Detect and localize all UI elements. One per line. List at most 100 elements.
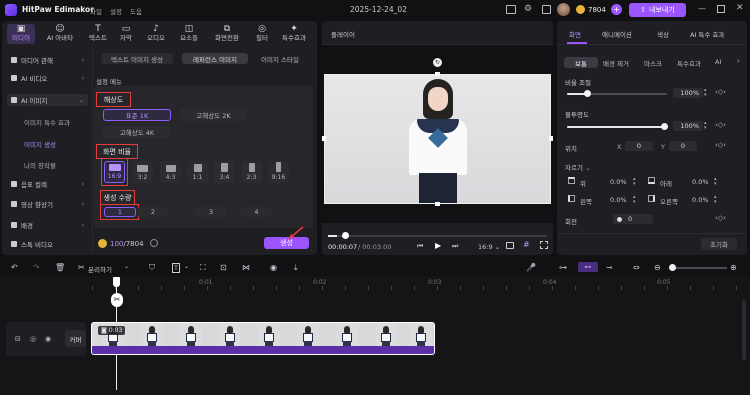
- sidebar-item-enhancer[interactable]: 영상 향상기 ›: [7, 198, 88, 210]
- sidebar-item-ai-image[interactable]: AI 이미지 ⌄: [7, 94, 88, 106]
- scale-slider-knob[interactable]: [584, 90, 591, 97]
- handle-left[interactable]: [322, 136, 326, 141]
- ripple-icon[interactable]: ⇔: [633, 263, 640, 272]
- delete-icon[interactable]: 🗑: [55, 263, 65, 272]
- tool-transition[interactable]: ⧉ 화면전환: [212, 24, 242, 44]
- sidebar-subitem-my-creations[interactable]: 나의 창작물: [24, 160, 56, 170]
- crop-label[interactable]: 자르기 ⌄: [565, 162, 590, 172]
- prop-subtab-mask[interactable]: 마스크: [644, 58, 662, 68]
- count-1-button[interactable]: 1: [104, 207, 136, 217]
- message-icon[interactable]: [506, 5, 516, 14]
- prop-tab-screen[interactable]: 화면: [569, 29, 581, 39]
- position-keyframe-icon[interactable]: ‹◇›: [715, 141, 726, 149]
- prop-tab-ai-effects[interactable]: AI 특수 효과: [690, 29, 724, 39]
- crop-bottom-stepper-icon[interactable]: ▴ ▾: [714, 177, 717, 187]
- text-tool-icon[interactable]: T: [172, 263, 180, 273]
- ratio-16-9[interactable]: 16:9: [104, 161, 125, 183]
- scale-value[interactable]: 100%: [673, 88, 703, 98]
- opacity-stepper-icon[interactable]: ▴ ▾: [704, 121, 707, 131]
- y-value[interactable]: 0: [669, 141, 697, 151]
- tool-text[interactable]: T 텍스트: [86, 24, 110, 44]
- resolution-1k-button[interactable]: 표준 1K: [103, 109, 171, 121]
- crop-right-value[interactable]: 0.0%: [692, 196, 709, 204]
- prop-subtab-basic[interactable]: 보통: [564, 57, 598, 68]
- mirror-icon[interactable]: ⋈: [242, 263, 250, 272]
- tool-elements[interactable]: ◫ 요소들: [177, 24, 201, 44]
- menu-help[interactable]: 도움: [130, 6, 142, 16]
- menu-settings[interactable]: 설정: [110, 6, 122, 16]
- close-icon[interactable]: ✕: [736, 3, 744, 13]
- prop-tab-color[interactable]: 색상: [657, 29, 669, 39]
- zoom-slider-knob[interactable]: [669, 264, 676, 271]
- split-marker-icon[interactable]: ✂: [111, 293, 123, 307]
- count-4-button[interactable]: 4: [240, 207, 273, 217]
- tool-filter[interactable]: ◎ 필터: [250, 24, 274, 44]
- crop-top-stepper-icon[interactable]: ▴ ▾: [633, 177, 636, 187]
- zoom-slider-track[interactable]: [669, 267, 727, 269]
- sidebar-subitem-image-generate[interactable]: 이미지 생성: [24, 139, 56, 149]
- fullscreen-icon[interactable]: [540, 241, 548, 249]
- tool-effects[interactable]: ✦ 특수효과: [278, 24, 310, 44]
- zoom-in-icon[interactable]: ⊕: [730, 263, 737, 272]
- sidebar-item-ai-video[interactable]: AI 비디오 ›: [7, 72, 88, 84]
- scale-keyframe-icon[interactable]: ‹◇›: [715, 88, 726, 96]
- scale-stepper-icon[interactable]: ▴ ▾: [704, 88, 707, 98]
- settings-icon[interactable]: ⚙: [524, 4, 532, 14]
- next-frame-icon[interactable]: ⏭: [452, 242, 458, 251]
- count-3-button[interactable]: 3: [195, 207, 227, 217]
- split-label[interactable]: 분리하기: [88, 264, 112, 274]
- track-lock-icon[interactable]: ⊟: [15, 335, 21, 343]
- crop-top-value[interactable]: 0.0%: [610, 178, 627, 186]
- video-clip[interactable]: ◙ 0:03: [91, 322, 435, 355]
- preview-canvas[interactable]: [324, 74, 551, 204]
- crop-tool-icon[interactable]: ⛶: [200, 263, 206, 273]
- player-progress-track[interactable]: [328, 235, 547, 237]
- snapshot-icon[interactable]: [506, 242, 514, 249]
- resolution-4k-button[interactable]: 고해상도 4K: [103, 126, 171, 138]
- tool-ai-avatar[interactable]: ☺ AI 아바타: [44, 24, 76, 44]
- tool-media[interactable]: ▣ 미디어: [7, 24, 35, 44]
- tab-text-to-image[interactable]: 텍스트 이미지 생성: [101, 53, 173, 64]
- avatar[interactable]: [557, 3, 570, 16]
- count-2-button[interactable]: 2: [137, 207, 169, 217]
- prop-subtab-ai[interactable]: AI: [715, 58, 721, 66]
- record-icon[interactable]: ◉: [270, 263, 277, 272]
- notes-icon[interactable]: [542, 5, 551, 14]
- menu-file[interactable]: 파일: [90, 6, 102, 16]
- rotate-handle-icon[interactable]: ↻: [433, 58, 442, 67]
- track-visibility-icon[interactable]: ◉: [45, 335, 51, 343]
- prev-frame-icon[interactable]: ⏮: [417, 242, 423, 251]
- grid-icon[interactable]: #: [523, 240, 530, 249]
- opacity-keyframe-icon[interactable]: ‹◇›: [715, 121, 726, 129]
- sidebar-item-music[interactable]: 음표 컬렉 ›: [7, 178, 88, 190]
- handle-right[interactable]: [549, 136, 553, 141]
- zoom-out-icon[interactable]: ⊖: [654, 263, 661, 272]
- ratio-1-1[interactable]: 1:1: [187, 161, 208, 183]
- tool-audio[interactable]: ♪ 오디오: [144, 24, 168, 44]
- crop-bottom-value[interactable]: 0.0%: [692, 178, 709, 186]
- crop-right-stepper-icon[interactable]: ▴ ▾: [714, 195, 717, 205]
- aspect-select[interactable]: 16:9 ⌄: [478, 243, 500, 251]
- subtab-scroll-right-icon[interactable]: ›: [737, 57, 740, 65]
- redo-icon[interactable]: ↷: [33, 263, 40, 272]
- minimize-icon[interactable]: —: [698, 4, 706, 13]
- tab-image-style[interactable]: 이미지 스타일: [254, 53, 306, 64]
- track-mute-icon[interactable]: ◎: [30, 335, 36, 343]
- crop-left-stepper-icon[interactable]: ▴ ▾: [633, 195, 636, 205]
- reset-button[interactable]: 초기화: [701, 238, 737, 250]
- microphone-icon[interactable]: 🎤: [526, 263, 536, 272]
- timeline-scrollbar[interactable]: [742, 300, 746, 360]
- sidebar-item-stock-video[interactable]: 스톡 비디오: [7, 238, 88, 250]
- undo-icon[interactable]: ↶: [11, 263, 18, 272]
- tool-subtitle[interactable]: ▭ 자막: [114, 24, 138, 44]
- link-icon[interactable]: ⊶: [559, 263, 567, 272]
- x-value[interactable]: 0: [625, 141, 653, 151]
- resolution-2k-button[interactable]: 고해상도 2K: [180, 109, 247, 121]
- shield-icon[interactable]: ⛉: [149, 263, 155, 273]
- text-tool-dropdown-icon[interactable]: ⌄: [184, 263, 189, 270]
- ratio-9-16[interactable]: 9:16: [268, 161, 289, 183]
- freeze-icon[interactable]: ⊡: [220, 263, 227, 272]
- snap-icon[interactable]: ⊸: [606, 263, 613, 272]
- ratio-2-3[interactable]: 2:3: [241, 161, 262, 183]
- player-progress-knob[interactable]: [342, 232, 349, 239]
